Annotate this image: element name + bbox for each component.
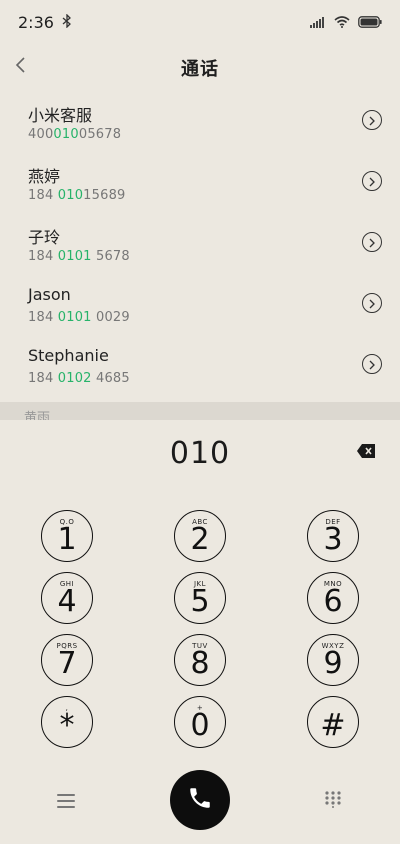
phone-icon [187,785,213,815]
bluetooth-icon [62,12,72,32]
key-digit: # [320,708,346,743]
menu-icon-line [57,800,75,802]
key-digit: 4 [57,584,77,619]
key-8[interactable]: TUV 8 [174,634,226,686]
contact-detail-button[interactable] [362,110,382,130]
menu-icon-line [57,806,75,808]
dial-input-row: 010 [0,420,400,492]
key-5[interactable]: JKL 5 [174,572,226,624]
key-digit: 1 [57,522,77,557]
wifi-icon [334,13,350,32]
contact-number: 184 0101 5678 [28,249,130,264]
header: 通话 [0,44,400,90]
chevron-right-icon [368,233,376,252]
contact-row[interactable]: Stephanie 184 0102 4685 [0,334,400,395]
contact-name: 燕婷 [28,167,61,186]
key-3[interactable]: DEF 3 [307,510,359,562]
battery-icon [358,13,382,32]
key-star[interactable]: , * [41,696,93,748]
contact-row[interactable]: 子玲 184 0101 5678 [0,212,400,273]
contact-row[interactable]: 燕婷 184 01015689 [0,151,400,212]
contact-detail-button[interactable] [362,354,382,374]
chevron-right-icon [368,355,376,374]
menu-button[interactable] [57,790,79,812]
contact-number: 184 01015689 [28,188,126,203]
contact-number: 40001005678 [28,127,122,142]
contact-name: Stephanie [28,346,109,365]
contact-row[interactable]: Jason 184 0101 0029 [0,273,400,334]
key-7[interactable]: PQRS 7 [41,634,93,686]
contact-detail-button[interactable] [362,293,382,313]
key-digit: 7 [57,646,77,681]
key-digit: * [59,708,75,743]
section-header: 黄雨 [0,402,400,420]
dialpad-toggle-button[interactable] [324,790,342,808]
contact-detail-button[interactable] [362,171,382,191]
key-digit: 2 [190,522,210,557]
status-left: 2:36 [18,13,72,32]
contact-name: Jason [28,285,71,304]
page-title: 通话 [181,59,219,80]
menu-icon-line [57,794,75,796]
key-1[interactable]: Q.O 1 [41,510,93,562]
key-digit: 5 [190,584,210,619]
dialpad-icon [324,791,342,812]
key-4[interactable]: GHI 4 [41,572,93,624]
contact-number: 184 0102 4685 [28,371,130,386]
contact-detail-button[interactable] [362,232,382,252]
chevron-right-icon [368,294,376,313]
chevron-right-icon [368,172,376,191]
key-digit: 0 [190,708,210,743]
key-0[interactable]: + 0 [174,696,226,748]
call-button[interactable] [170,770,230,830]
status-bar: 2:36 [0,0,400,44]
contact-number: 184 0101 0029 [28,310,130,325]
status-right [310,13,382,32]
contact-row[interactable]: 小米客服 40001005678 [0,90,400,151]
key-9[interactable]: WXYZ 9 [307,634,359,686]
contact-name: 小米客服 [28,106,93,125]
section-label: 黄雨 [24,411,51,420]
key-digit: 9 [323,646,343,681]
contact-list: 小米客服 40001005678 燕婷 184 01015689 子玲 184 … [0,90,400,395]
key-digit: 3 [323,522,343,557]
key-hash[interactable]: # [307,696,359,748]
chevron-right-icon [368,111,376,130]
backspace-icon [356,444,376,463]
dial-input[interactable]: 010 [0,436,400,471]
signal-icon [310,13,326,32]
bottom-bar [0,770,400,834]
status-time: 2:36 [18,12,54,32]
key-digit: 8 [190,646,210,681]
key-2[interactable]: ABC 2 [174,510,226,562]
contact-name: 子玲 [28,228,61,247]
key-digit: 6 [323,584,343,619]
key-6[interactable]: MNO 6 [307,572,359,624]
delete-button[interactable] [356,443,376,459]
